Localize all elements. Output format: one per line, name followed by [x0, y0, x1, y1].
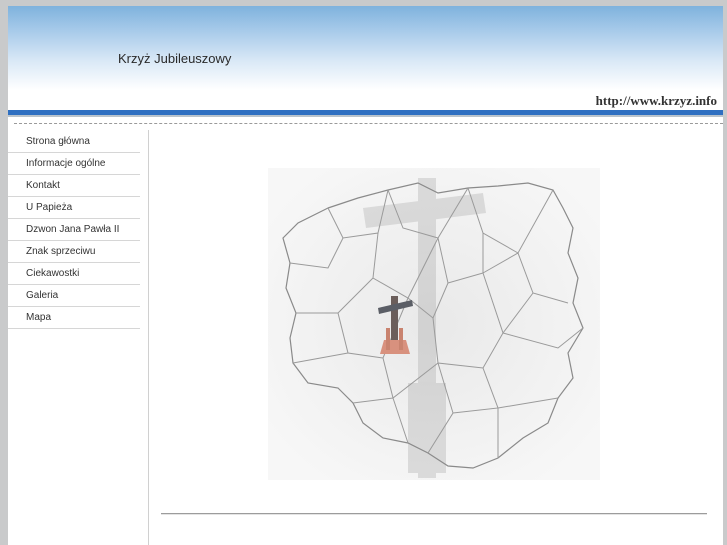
nav-item-znak-sprzeciwu[interactable]: Znak sprzeciwu — [8, 241, 140, 263]
site-title: Krzyż Jubileuszowy — [118, 51, 232, 66]
nav-item-u-papieza[interactable]: U Papieża — [8, 197, 140, 219]
content-bottom-rule-shadow — [161, 514, 707, 515]
header-shadow-divider — [8, 115, 723, 117]
nav-item-dzwon-jana-pawla[interactable]: Dzwon Jana Pawła II — [8, 219, 140, 241]
url-bar: http://www.krzyz.info — [8, 90, 723, 110]
nav-item-ciekawostki[interactable]: Ciekawostki — [8, 263, 140, 285]
sidebar-divider — [148, 130, 149, 545]
nav-item-mapa[interactable]: Mapa — [8, 307, 140, 329]
nav-item-galeria[interactable]: Galeria — [8, 285, 140, 307]
window-frame-right — [723, 0, 727, 545]
dashed-divider — [14, 123, 723, 124]
nav-item-strona-glowna[interactable]: Strona główna — [8, 130, 140, 153]
nav-item-informacje-ogolne[interactable]: Informacje ogólne — [8, 153, 140, 175]
nav-item-kontakt[interactable]: Kontakt — [8, 175, 140, 197]
site-header: Krzyż Jubileuszowy — [8, 6, 723, 90]
map-illustration — [268, 168, 600, 480]
sidebar-nav: Strona główna Informacje ogólne Kontakt … — [8, 130, 140, 329]
window-frame-left — [0, 0, 8, 545]
poland-map-image[interactable] — [268, 168, 600, 480]
site-url[interactable]: http://www.krzyz.info — [596, 93, 717, 109]
